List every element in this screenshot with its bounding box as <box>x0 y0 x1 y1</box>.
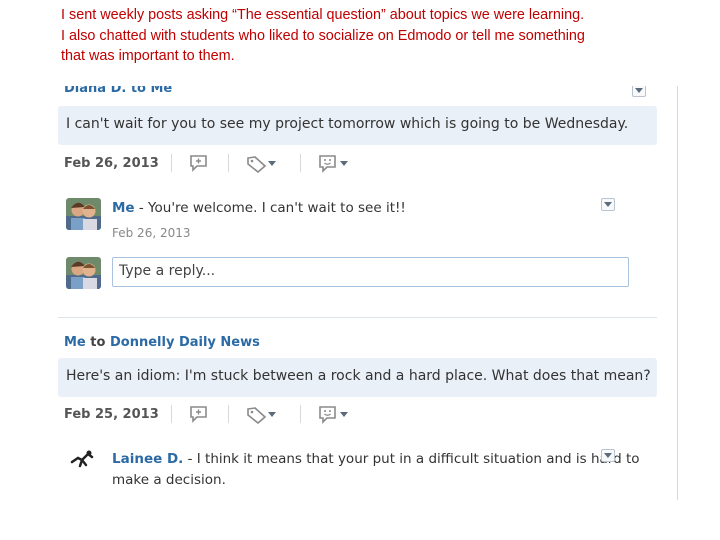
post-dropdown-icon[interactable] <box>632 86 646 97</box>
toolbar-separator <box>300 405 301 423</box>
chevron-down-icon[interactable] <box>268 161 276 166</box>
smiley-bubble-icon[interactable] <box>318 154 338 173</box>
smiley-bubble-icon[interactable] <box>318 405 338 424</box>
post-to-label: to <box>90 335 106 350</box>
post-date: Feb 26, 2013 <box>64 156 159 171</box>
post-header[interactable]: Diana D. to Me <box>64 86 172 96</box>
reply-dropdown-icon[interactable] <box>601 449 615 462</box>
reply-message: - I think it means that your put in a di… <box>183 451 640 467</box>
reply-bubble-icon[interactable] <box>189 154 209 172</box>
chevron-down-icon[interactable] <box>268 412 276 417</box>
post-recipient[interactable]: Donnelly Daily News <box>110 335 260 350</box>
toolbar-separator <box>300 154 301 172</box>
reply-message-continued: make a decision. <box>112 472 226 488</box>
toolbar-separator <box>171 405 172 423</box>
toolbar-separator <box>171 154 172 172</box>
post-message-text: I can't wait for you to see my project t… <box>66 116 629 132</box>
avatar <box>66 198 101 230</box>
post-header: Me to Donnelly Daily News <box>64 335 260 350</box>
reply-input[interactable]: Type a reply... <box>112 257 629 287</box>
chevron-down-icon[interactable] <box>340 161 348 166</box>
reply-dropdown-icon[interactable] <box>601 198 615 211</box>
caption-line-2: I also chatted with students who liked t… <box>61 27 585 44</box>
reply-text: Me - You're welcome. I can't wait to see… <box>112 200 406 216</box>
reply-author[interactable]: Me <box>112 200 135 216</box>
post-divider <box>58 317 657 318</box>
reply-text: Lainee D. - I think it means that your p… <box>112 451 640 467</box>
avatar <box>66 257 101 289</box>
reply-author[interactable]: Lainee D. <box>112 451 183 467</box>
tag-icon[interactable] <box>246 406 268 424</box>
post-message-text: Here's an idiom: I'm stuck between a roc… <box>66 368 651 384</box>
toolbar-separator <box>228 405 229 423</box>
reply-message: - You're welcome. I can't wait to see it… <box>134 200 406 216</box>
reply-date: Feb 26, 2013 <box>112 226 191 240</box>
tag-icon[interactable] <box>246 155 268 173</box>
slide-caption: I sent weekly posts asking “The essentia… <box>61 5 701 67</box>
post-message: I can't wait for you to see my project t… <box>58 106 657 145</box>
avatar <box>68 448 96 470</box>
reply-bubble-icon[interactable] <box>189 405 209 423</box>
post-sender[interactable]: Me <box>64 335 86 350</box>
post-message: Here's an idiom: I'm stuck between a roc… <box>58 358 657 397</box>
post-date: Feb 25, 2013 <box>64 407 159 422</box>
edmodo-screenshot: Diana D. to Me I can't wait for you to s… <box>58 86 680 500</box>
chevron-down-icon[interactable] <box>340 412 348 417</box>
caption-line-1: I sent weekly posts asking “The essentia… <box>61 7 585 23</box>
toolbar-separator <box>228 154 229 172</box>
caption-line-3: that was important to them. <box>61 48 235 65</box>
reply-input-placeholder: Type a reply... <box>119 263 216 279</box>
panel-border <box>677 86 678 500</box>
